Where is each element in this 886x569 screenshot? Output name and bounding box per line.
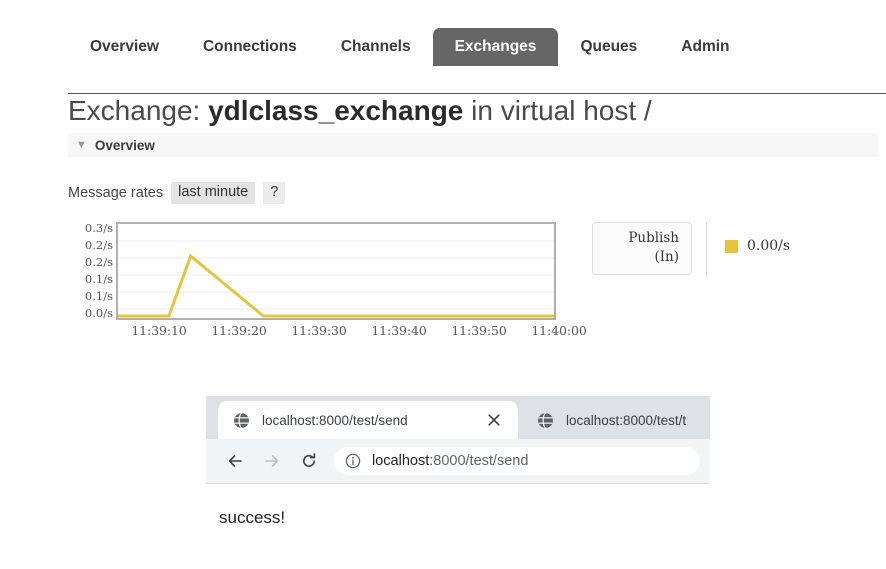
nav-tab-overview[interactable]: Overview: [68, 28, 181, 66]
nav-tab-admin[interactable]: Admin: [659, 28, 751, 66]
browser-tab-title: localhost:8000/test/send: [262, 412, 408, 428]
y-tick-label: 0.0/s: [84, 306, 113, 320]
message-rates-label: Message rates: [68, 185, 164, 201]
x-tick-label: 11:39:30: [291, 323, 347, 338]
close-icon[interactable]: [486, 412, 502, 428]
x-tick-label: 11:39:50: [451, 323, 507, 338]
publish-in-label-line2: (In): [654, 249, 679, 265]
globe-favicon-icon: [234, 412, 249, 428]
rate-period-select[interactable]: last minute: [171, 182, 256, 204]
reload-icon: [303, 453, 316, 467]
browser-tab-title: localhost:8000/test/t: [566, 412, 687, 428]
legend-color-swatch: [725, 239, 738, 253]
page-title-suffix: in virtual host /: [463, 95, 652, 126]
url-host: localhost: [372, 453, 430, 469]
address-bar[interactable]: localhost:8000/test/send: [334, 447, 700, 475]
y-tick-label: 0.2/s: [84, 238, 113, 252]
y-tick-label: 0.1/s: [84, 272, 113, 286]
browser-tab-active[interactable]: localhost:8000/test/send: [218, 401, 518, 439]
back-button[interactable]: [222, 448, 248, 474]
chart-legend: Publish (In) 0.00/s: [592, 222, 790, 278]
chart-y-axis: 0.3/s 0.2/s 0.2/s 0.1/s 0.1/s 0.0/s: [68, 222, 113, 324]
publish-in-rate-value: 0.00/s: [747, 238, 791, 254]
y-tick-label: 0.3/s: [84, 221, 113, 235]
legend-divider: [706, 222, 707, 278]
nav-tab-channels[interactable]: Channels: [319, 28, 433, 66]
browser-tab-inactive[interactable]: localhost:8000/test/t: [522, 401, 710, 439]
overview-section-header[interactable]: ▼ Overview: [68, 133, 878, 157]
x-tick-label: 11:39:20: [211, 323, 267, 338]
forward-button[interactable]: [259, 448, 285, 474]
main-navigation: Overview Connections Channels Exchanges …: [0, 26, 886, 94]
y-tick-label: 0.1/s: [84, 289, 113, 303]
page-title: Exchange: ydlclass_exchange in virtual h…: [68, 92, 652, 130]
nav-tab-connections[interactable]: Connections: [181, 28, 319, 66]
nav-tab-queues[interactable]: Queues: [558, 28, 659, 66]
message-rates-chart: 0.3/s 0.2/s 0.2/s 0.1/s 0.1/s 0.0/s 11:3…: [68, 222, 599, 338]
browser-viewport: success!: [206, 484, 710, 569]
nav-tab-exchanges[interactable]: Exchanges: [432, 28, 559, 66]
chart-svg: [118, 240, 554, 318]
chart-series-publish-in: [118, 253, 554, 318]
publish-in-label-line1: Publish: [628, 230, 679, 246]
forward-arrow-icon: [265, 455, 279, 467]
overview-section-title: Overview: [94, 137, 155, 153]
back-arrow-icon: [228, 455, 242, 467]
message-rates-controls: Message rates last minute ?: [68, 182, 286, 204]
page-title-prefix: Exchange:: [68, 95, 209, 126]
help-button[interactable]: ?: [263, 182, 286, 204]
collapse-triangle-icon[interactable]: ▼: [76, 139, 87, 151]
page-response-text: success!: [219, 508, 286, 527]
y-tick-label: 0.2/s: [84, 255, 113, 269]
publish-in-toggle-button[interactable]: Publish (In): [592, 222, 692, 275]
globe-favicon-icon: [538, 412, 553, 428]
url-path: :8000/test/send: [429, 453, 529, 469]
nav-tab-list: Overview Connections Channels Exchanges …: [68, 26, 752, 66]
address-bar-url: localhost:8000/test/send: [372, 453, 528, 469]
exchange-name: ydlclass_exchange: [208, 95, 464, 126]
x-tick-label: 11:39:10: [131, 323, 187, 338]
x-tick-label: 11:39:40: [371, 323, 427, 338]
info-circle-icon[interactable]: [345, 453, 361, 469]
browser-toolbar: localhost:8000/test/send: [206, 439, 710, 484]
legend-entry-publish-in: 0.00/s: [725, 238, 790, 254]
browser-tab-strip: localhost:8000/test/send localhost:8000/…: [206, 396, 710, 439]
reload-button[interactable]: [296, 448, 322, 474]
x-tick-label: 11:40:00: [531, 323, 587, 338]
chart-x-axis: 11:39:10 11:39:20 11:39:30 11:39:40 11:3…: [119, 323, 599, 338]
browser-window: localhost:8000/test/send localhost:8000/…: [206, 396, 710, 569]
chart-plot-area: [116, 222, 556, 320]
